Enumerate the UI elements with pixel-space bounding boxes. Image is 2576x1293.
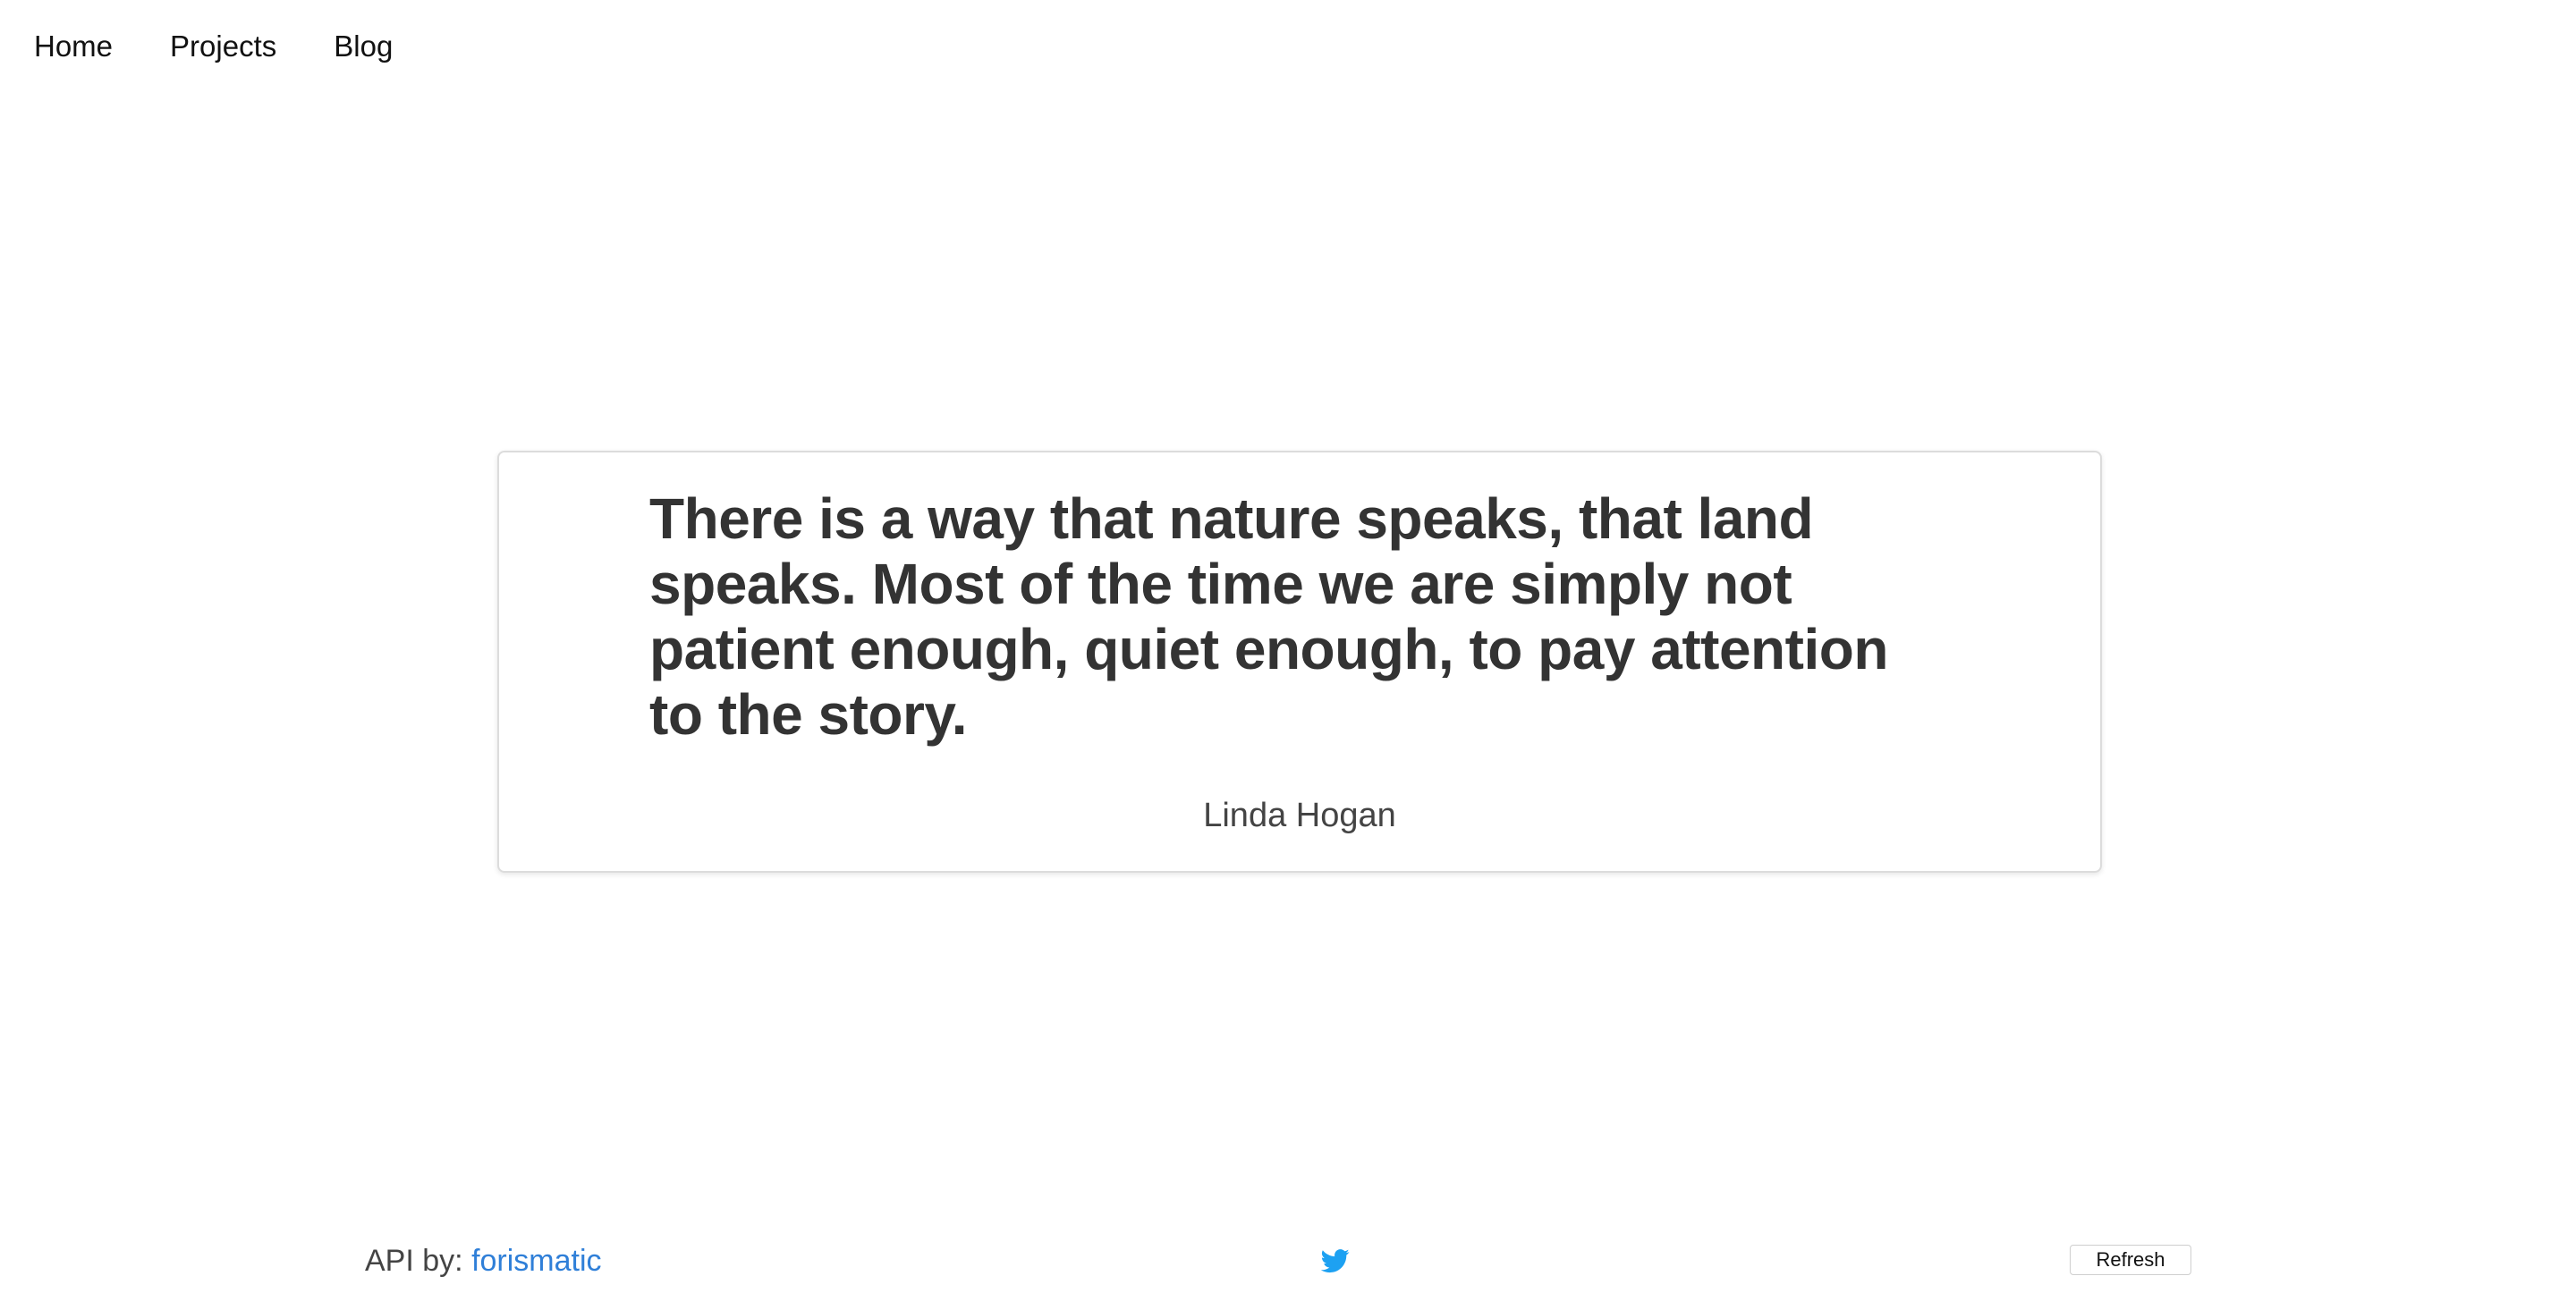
quote-card: There is a way that nature speaks, that …	[497, 451, 2102, 873]
nav-item-home[interactable]: Home	[34, 25, 113, 68]
quote-text: There is a way that nature speaks, that …	[649, 486, 1888, 747]
refresh-button[interactable]: Refresh	[2070, 1245, 2191, 1275]
twitter-bird-icon	[1320, 1247, 1351, 1275]
tweet-button[interactable]	[1320, 1247, 1351, 1275]
top-nav: Home Projects Blog	[34, 25, 393, 68]
api-credit-label: API by:	[365, 1244, 463, 1278]
page: Home Projects Blog There is a way that n…	[0, 0, 2576, 1293]
forismatic-link[interactable]: forismatic	[471, 1244, 601, 1278]
nav-item-projects[interactable]: Projects	[170, 25, 276, 68]
nav-item-blog[interactable]: Blog	[334, 25, 393, 68]
footer: API by: forismatic Refresh	[0, 1239, 2576, 1282]
quote-author: Linda Hogan	[1203, 797, 1396, 834]
api-credit: API by: forismatic	[365, 1239, 602, 1282]
